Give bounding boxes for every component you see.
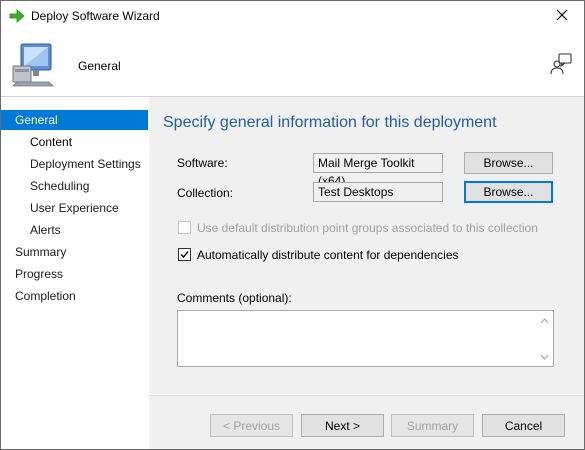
nav-item-scheduling[interactable]: Scheduling: [1, 176, 148, 196]
wizard-header: General: [1, 32, 584, 97]
default-dp-checkbox-label: Use default distribution point groups as…: [197, 221, 538, 235]
auto-distribute-checkbox[interactable]: [178, 248, 191, 261]
cancel-button[interactable]: Cancel: [482, 414, 565, 437]
previous-button[interactable]: < Previous: [210, 414, 293, 437]
browse-software-button[interactable]: Browse...: [464, 152, 553, 174]
nav-item-general[interactable]: General: [1, 110, 148, 130]
software-field[interactable]: Mail Merge Toolkit (x64): [313, 153, 443, 188]
nav-item-progress[interactable]: Progress: [1, 264, 148, 284]
checkmark-icon: [180, 251, 189, 259]
collection-label: Collection:: [177, 186, 234, 200]
scroll-down-icon[interactable]: [538, 350, 551, 363]
collection-field[interactable]: Test Desktops: [313, 182, 443, 202]
window-title: Deploy Software Wizard: [31, 9, 160, 23]
nav-item-deployment-settings[interactable]: Deployment Settings: [1, 154, 148, 174]
wizard-window: Deploy Software Wizard General General C…: [0, 0, 585, 450]
main-panel: Specify general information for this dep…: [149, 97, 584, 394]
nav-item-user-experience[interactable]: User Experience: [1, 198, 148, 218]
default-dp-checkbox[interactable]: [178, 221, 191, 234]
help-person-icon[interactable]: [550, 53, 572, 75]
nav-item-alerts[interactable]: Alerts: [1, 220, 148, 240]
summary-button[interactable]: Summary: [391, 414, 474, 437]
wizard-footer: < Previous Next > Summary Cancel: [149, 395, 584, 449]
comments-textarea[interactable]: [177, 310, 554, 367]
page-header-title: General: [78, 59, 121, 73]
title-bar: Deploy Software Wizard: [1, 1, 584, 32]
page-title: Specify general information for this dep…: [163, 114, 497, 131]
nav-item-content[interactable]: Content: [1, 132, 148, 152]
green-arrow-icon: [9, 9, 25, 23]
nav-item-completion[interactable]: Completion: [1, 286, 148, 306]
close-button[interactable]: [540, 1, 584, 32]
browse-collection-button[interactable]: Browse...: [464, 181, 553, 203]
comments-label: Comments (optional):: [177, 291, 292, 305]
close-icon: [556, 9, 568, 24]
computer-icon: [9, 40, 57, 88]
wizard-nav: General Content Deployment Settings Sche…: [1, 110, 148, 449]
nav-item-summary[interactable]: Summary: [1, 242, 148, 262]
software-label: Software:: [177, 156, 228, 170]
auto-distribute-checkbox-label: Automatically distribute content for dep…: [197, 248, 459, 262]
next-button[interactable]: Next >: [301, 414, 384, 437]
scroll-up-icon[interactable]: [538, 314, 551, 327]
